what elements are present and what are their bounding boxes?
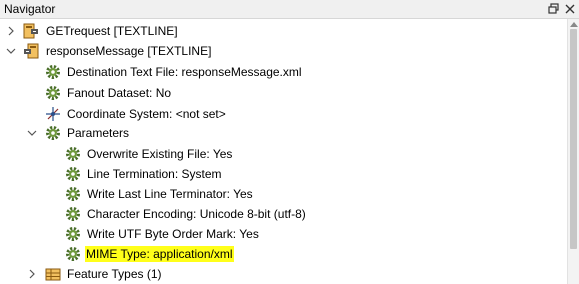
chevron-down-icon[interactable] <box>5 45 17 57</box>
navigator-tree: GETrequest [TEXTLINE] responseMessage [T… <box>0 19 567 284</box>
restore-icon[interactable] <box>547 2 561 16</box>
tree-item-responsemessage[interactable]: responseMessage [TEXTLINE] <box>0 41 560 61</box>
chevron-down-icon[interactable] <box>26 127 38 139</box>
tree-item-write-last-line-terminator[interactable]: Write Last Line Terminator: Yes <box>0 184 560 204</box>
vertical-scrollbar[interactable] <box>567 19 579 284</box>
gear-icon <box>66 187 80 201</box>
reader-icon <box>23 23 38 39</box>
tree-item-label-highlighted: MIME Type: application/xml <box>85 246 234 262</box>
coordinate-system-icon <box>46 107 60 121</box>
chevron-right-icon[interactable] <box>26 268 38 280</box>
tree-item-mime-type[interactable]: MIME Type: application/xml <box>0 244 560 264</box>
scrollbar-thumb[interactable] <box>570 29 577 249</box>
gear-icon <box>66 207 80 221</box>
tree-item-parameters[interactable]: Parameters <box>0 123 560 143</box>
gear-icon <box>46 86 60 100</box>
tree-item-overwrite-existing-file[interactable]: Overwrite Existing File: Yes <box>0 144 560 164</box>
gear-icon <box>66 247 80 261</box>
scroll-up-arrow-icon[interactable] <box>570 21 578 27</box>
tree-item-label: Coordinate System: <not set> <box>67 107 226 121</box>
close-icon[interactable] <box>563 2 577 16</box>
gear-icon <box>66 227 80 241</box>
tree-item-label: Fanout Dataset: No <box>67 86 172 100</box>
tree-item-write-utf-bom[interactable]: Write UTF Byte Order Mark: Yes <box>0 224 560 244</box>
tree-item-label: Write UTF Byte Order Mark: Yes <box>87 227 259 241</box>
gear-icon <box>46 65 60 79</box>
tree-item-line-termination[interactable]: Line Termination: System <box>0 164 560 184</box>
tree-item-label: GETrequest [TEXTLINE] <box>46 24 178 38</box>
tree-item-label: Write Last Line Terminator: Yes <box>87 187 253 201</box>
tree-item-label: Destination Text File: responseMessage.x… <box>67 65 302 79</box>
tree-item-getrequest[interactable]: GETrequest [TEXTLINE] <box>0 21 560 41</box>
tree-item-label: responseMessage [TEXTLINE] <box>46 44 212 58</box>
navigator-title-bar: Navigator <box>0 0 579 19</box>
tree-item-label: Parameters <box>67 126 130 140</box>
tree-item-label: Feature Types (1) <box>67 267 162 281</box>
chevron-right-icon[interactable] <box>5 25 17 37</box>
tree-item-label: Character Encoding: Unicode 8-bit (utf-8… <box>87 207 306 221</box>
tree-item-label: Overwrite Existing File: Yes <box>87 147 233 161</box>
panel-title: Navigator <box>4 2 56 16</box>
tree-item-coordinate-system[interactable]: Coordinate System: <not set> <box>0 104 560 124</box>
gear-icon <box>66 147 80 161</box>
tree-item-character-encoding[interactable]: Character Encoding: Unicode 8-bit (utf-8… <box>0 204 560 224</box>
gear-icon <box>66 167 80 181</box>
tree-item-destination-file[interactable]: Destination Text File: responseMessage.x… <box>0 62 560 82</box>
tree-item-feature-types[interactable]: Feature Types (1) <box>0 264 560 284</box>
feature-types-icon <box>45 268 61 281</box>
tree-item-label: Line Termination: System <box>87 167 222 181</box>
writer-icon <box>24 43 39 59</box>
tree-item-fanout-dataset[interactable]: Fanout Dataset: No <box>0 83 560 103</box>
gear-icon <box>46 126 60 140</box>
